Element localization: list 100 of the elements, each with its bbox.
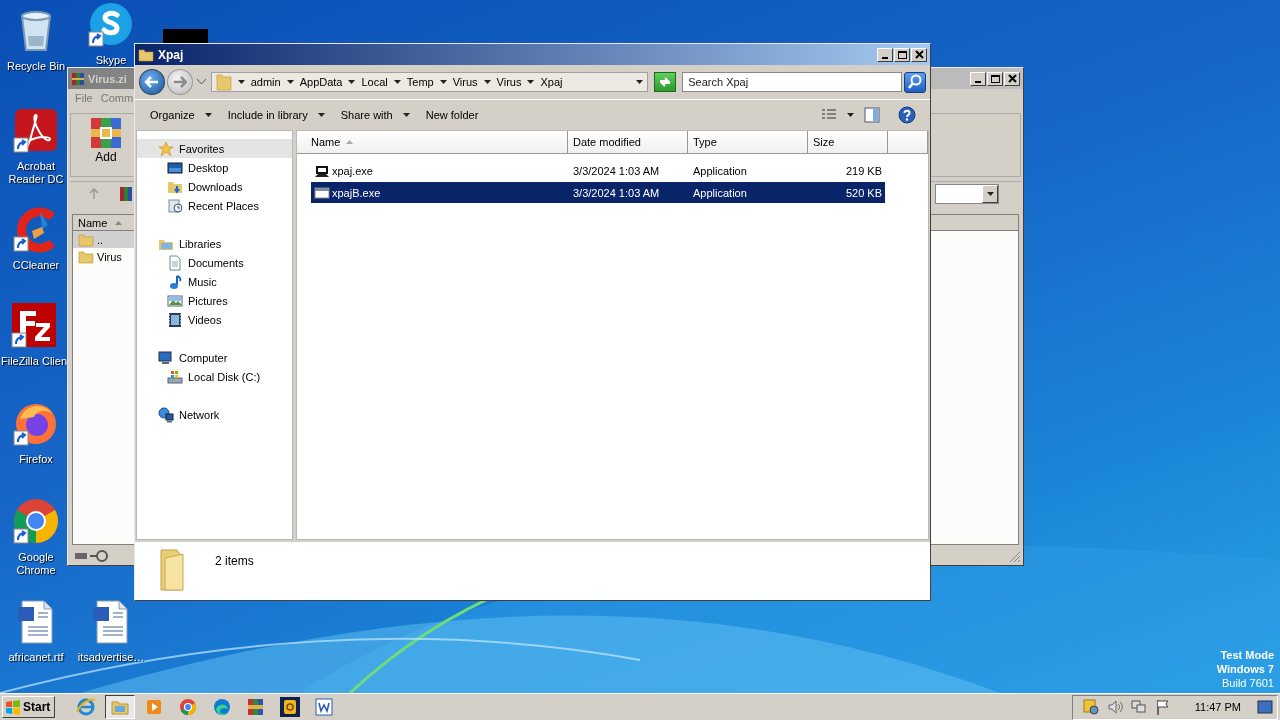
caret-icon [204,113,212,117]
breadcrumb-item[interactable]: Xpaj [540,76,563,88]
breadcrumb-item[interactable]: Local [361,76,388,88]
application-icon [314,184,330,201]
breadcrumb-item[interactable]: admin [250,76,281,88]
refresh-arrows-icon [658,76,673,88]
recent-places-icon [167,197,183,214]
search-field[interactable]: Search Xpaj [682,72,903,92]
breadcrumb-item[interactable]: Temp [406,76,434,88]
caret-icon [348,80,356,84]
network-icon[interactable] [1130,699,1147,715]
dark-rectangle [163,29,208,43]
forward-arrow-icon [172,76,187,88]
minimize-button[interactable] [970,71,986,86]
disk-drive-icon [167,368,183,385]
window-title: Xpaj [158,47,184,62]
toolbar-button[interactable]: New folder [418,106,486,124]
back-arrow-icon [143,74,160,90]
file-row[interactable]: xpajB.exe 3/3/2024 1:03 AM Application 520 KB [311,182,885,203]
resize-grip-icon[interactable] [1009,551,1021,563]
chrome-shortcut-icon[interactable] [12,497,60,545]
taskbar-app-button[interactable] [105,695,136,719]
nav-item[interactable]: Documents [137,253,292,272]
maximize-button[interactable] [987,71,1003,86]
document-icon [167,254,183,271]
tray-gear-icon[interactable] [1082,699,1099,715]
toolbar-button[interactable]: Share with [333,106,417,124]
add-button[interactable]: Add [89,116,123,174]
back-button[interactable] [139,69,165,95]
column-header[interactable]: Size [808,131,888,153]
icon-label[interactable]: itsadvertise… [77,651,145,664]
icon-label[interactable]: CCleaner [12,259,60,272]
maximize-button[interactable] [894,47,910,62]
path-field[interactable] [935,184,999,204]
nav-item[interactable]: Downloads [137,177,292,196]
flag-icon[interactable] [1154,699,1171,715]
caret-icon [402,113,410,117]
breadcrumb-item[interactable]: AppData [299,76,343,88]
search-button[interactable] [904,71,926,93]
column-header[interactable]: Name [73,215,133,230]
nav-item[interactable]: Videos [137,310,292,329]
archive-app-icon [71,71,85,86]
file-row[interactable]: Virus [73,248,134,265]
column-header[interactable]: Name [297,131,568,153]
folder-icon [78,231,94,248]
system-notice-text: Build 7601 [1222,676,1274,690]
icon-label[interactable]: Acrobat Reader DC [5,160,67,186]
caret-icon [286,80,294,84]
refresh-button[interactable] [654,72,677,92]
folder-icon [78,248,94,265]
icon-label[interactable]: Recycle Bin [6,60,66,73]
breadcrumb-item[interactable]: Virus [452,76,478,88]
nav-item[interactable]: Libraries [137,234,292,253]
nav-item[interactable]: Favorites [137,139,292,158]
pictures-icon [167,292,183,309]
dropdown-button[interactable] [982,185,998,203]
view-list-icon[interactable] [821,108,837,122]
minimize-icon [975,80,981,83]
column-header[interactable]: Type [688,131,808,153]
sort-arrow-icon [115,220,123,225]
internet-explorer-icon [76,697,97,717]
column-header[interactable]: Date modified [568,131,688,153]
caret-icon [483,80,491,84]
start-button[interactable]: Start [2,696,56,718]
film-icon [167,311,183,328]
address-bar[interactable]: admin AppData Local Temp Virus Virus Xpaj [210,72,649,92]
breadcrumb-item[interactable]: Virus [496,76,522,88]
caret-icon[interactable] [196,79,206,85]
icon-label[interactable]: Firefox [19,453,53,466]
acrobat-shortcut-icon[interactable] [12,106,60,154]
close-button[interactable] [1004,71,1020,86]
search-icon [907,74,924,90]
windows-logo-icon [5,699,21,715]
file-row[interactable]: .. [73,231,134,248]
filezilla-shortcut-icon[interactable] [10,301,58,349]
nav-item[interactable]: Pictures [137,291,292,310]
sort-arrow-icon [346,140,354,144]
maximize-icon [897,50,907,59]
nav-item[interactable]: Music [137,272,292,291]
nav-item[interactable]: Local Disk (C:) [137,367,292,386]
close-button[interactable] [911,47,927,62]
toolbar-button[interactable]: Include in library [220,106,332,124]
minimize-button[interactable] [877,47,893,62]
icon-label[interactable]: africanet.rtf [8,651,64,664]
file-row[interactable]: xpaj.exe 3/3/2024 1:03 AM Application 219 KB [311,160,885,181]
preview-pane-icon[interactable] [864,107,880,123]
skype-shortcut-icon[interactable] [87,0,135,48]
nav-item[interactable]: Computer [137,348,292,367]
speaker-icon[interactable] [1106,699,1123,715]
icon-label[interactable]: FileZilla Clien [1,355,67,368]
drive-and-key-icon [74,550,110,562]
icon-label[interactable]: Skype [95,54,127,67]
nav-item[interactable]: Recent Places [137,196,292,215]
help-icon[interactable] [898,106,916,124]
clock-time[interactable]: 11:47 PM [1194,701,1241,713]
nav-item[interactable]: Network [137,405,292,424]
nav-item[interactable]: Desktop [137,158,292,177]
caret-icon [317,113,325,117]
toolbar-button[interactable]: Organize [143,106,219,124]
icon-label[interactable]: Google Chrome [5,551,67,577]
